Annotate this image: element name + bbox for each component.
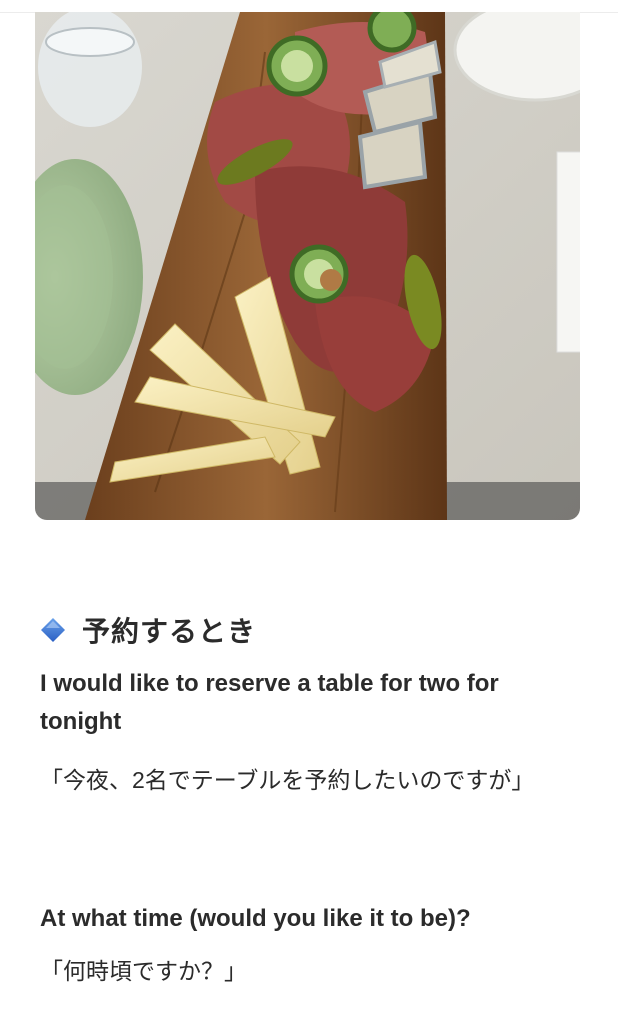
phrase-block-2: At what time (would you like it to be)? … <box>40 900 570 991</box>
phrase-block-1: I would like to reserve a table for two … <box>40 665 570 800</box>
section-title: 予約するとき <box>82 616 257 647</box>
blue-diamond-icon <box>40 617 66 643</box>
charcuterie-board-photo <box>35 12 580 520</box>
phrase-english: I would like to reserve a table for two … <box>40 670 499 735</box>
section-heading: 予約するとき <box>40 610 256 650</box>
phrase-japanese: 「今夜、2名でテーブルを予約したいのですが」 <box>40 767 535 793</box>
phrase-english: At what time (would you like it to be)? <box>40 905 471 932</box>
phrase-japanese: 「何時頃ですか？」 <box>40 958 247 984</box>
